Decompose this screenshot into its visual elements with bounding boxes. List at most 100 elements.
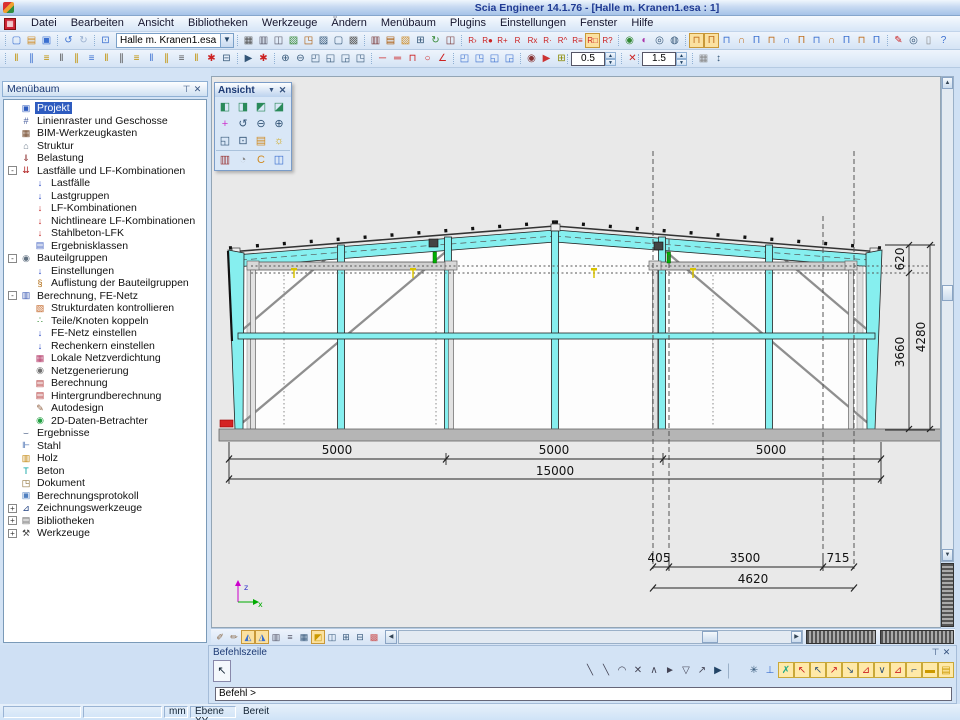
command-input[interactable]: Befehl >	[215, 687, 952, 701]
polyline-beam-icon[interactable]: ‖	[189, 51, 204, 66]
axo-view-icon[interactable]: ◪	[270, 98, 288, 115]
render-plain-icon[interactable]: R	[510, 33, 525, 48]
command-line-header[interactable]: Befehlszeile ⊤ ✕	[209, 646, 956, 659]
chevron-down-icon[interactable]: ▼	[220, 34, 233, 47]
grid-snap-icon[interactable]: ▩	[367, 630, 381, 644]
snap-down-icon[interactable]: ▽	[678, 662, 694, 678]
magnifier-icon[interactable]: ◎	[906, 33, 921, 48]
snap-pointer-icon[interactable]: ▶	[710, 662, 726, 678]
selection-remove-icon[interactable]: ⊖	[293, 51, 308, 66]
menu-tree-header[interactable]: Menübaum ⊤ ✕	[2, 81, 208, 97]
line-icon[interactable]: ─	[375, 51, 390, 66]
tree-item[interactable]: ∴ Teile/Knoten koppeln	[4, 315, 206, 328]
tree-item[interactable]: ↓ FE-Netz einstellen	[4, 327, 206, 340]
selection-prev-icon[interactable]: ◲	[338, 51, 353, 66]
snap-midpoint-icon[interactable]: ↖	[794, 662, 810, 678]
tree-item[interactable]: ▤ Hintergrundberechnung	[4, 390, 206, 403]
light-icon[interactable]: ☼	[270, 132, 288, 149]
load-panel-icon[interactable]: ✱	[204, 51, 219, 66]
frame-tool-icon[interactable]: ⊓	[719, 33, 734, 48]
view-options-icon[interactable]: ≡	[283, 630, 297, 644]
tree-item[interactable]: T Beton	[4, 465, 206, 478]
coord-icon[interactable]: +	[216, 115, 234, 132]
snap-ortho2-icon[interactable]: ↘	[842, 662, 858, 678]
truss-icon[interactable]: ≡	[129, 51, 144, 66]
spinner-up-icon[interactable]: ▲	[676, 52, 687, 59]
menu-item[interactable]: Ändern	[324, 16, 373, 31]
clipboard-view-icon[interactable]: ✐	[213, 630, 227, 644]
tree-item[interactable]: - ▥ Berechnung, FE-Netz	[4, 290, 206, 303]
menu-item[interactable]: Werkzeuge	[255, 16, 324, 31]
cursor-mode-button[interactable]: ↖	[213, 660, 231, 682]
save-view-icon[interactable]: ◉	[622, 33, 637, 48]
book-icon[interactable]: ▤	[383, 33, 398, 48]
render-box-icon[interactable]: R□	[585, 33, 600, 48]
snap-line2-icon[interactable]: ╲	[598, 662, 614, 678]
tree-item[interactable]: - ⇊ Lastfälle und LF-Kombinationen	[4, 165, 206, 178]
export-icon[interactable]: ▧	[286, 33, 301, 48]
project-window-icon[interactable]: ⊡	[98, 33, 113, 48]
tree-item[interactable]: ⇓ Belastung	[4, 152, 206, 165]
angle-icon[interactable]: ∠	[435, 51, 450, 66]
tree-item[interactable]: ▦ Lokale Netzverdichtung	[4, 352, 206, 365]
snap-percent-icon[interactable]: ⊿	[890, 662, 906, 678]
snap-peak-icon[interactable]: ∧	[646, 662, 662, 678]
polyline-icon[interactable]: ⊓	[405, 51, 420, 66]
render-lines-icon[interactable]: R≡	[570, 33, 585, 48]
window-3d-icon[interactable]: ◫	[270, 151, 288, 168]
horizontal-scrollbar-thumb[interactable]	[702, 631, 718, 643]
menu-item[interactable]: Fenster	[573, 16, 624, 31]
menu-item[interactable]: Bibliotheken	[181, 16, 255, 31]
scroll-up-icon[interactable]: ▲	[942, 77, 953, 89]
render-solid-icon[interactable]: R●	[480, 33, 495, 48]
dock-window-icon[interactable]: ◰	[457, 51, 472, 66]
close-icon[interactable]: ✕	[941, 647, 952, 658]
frame-tool-icon[interactable]: ∩	[824, 33, 839, 48]
tree-expander[interactable]: -	[8, 166, 17, 175]
spinner-down-icon[interactable]: ▼	[605, 59, 616, 66]
table-input-icon[interactable]: ⊞	[339, 630, 353, 644]
horizontal-scrollbar[interactable]: ▶	[398, 630, 803, 644]
redo-icon[interactable]: ↻	[76, 33, 91, 48]
arc-beam-icon[interactable]: ≡	[174, 51, 189, 66]
tree-item[interactable]: ⌣ Ergebnisse	[4, 427, 206, 440]
snap-arc-center-icon[interactable]: ∨	[874, 662, 890, 678]
tree-expander[interactable]: +	[8, 504, 17, 513]
menu-item[interactable]: Bearbeiten	[64, 16, 131, 31]
tree-item[interactable]: ◳ Dokument	[4, 477, 206, 490]
vertical-scrollbar[interactable]: ▲ ▼	[941, 76, 954, 562]
dock-window-icon[interactable]: ◱	[487, 51, 502, 66]
frame-tool-icon[interactable]: ⊓	[689, 33, 704, 48]
rib-icon[interactable]: ∥	[69, 51, 84, 66]
snap-cursor-icon[interactable]: ►	[662, 662, 678, 678]
frame-tool-icon[interactable]: Π	[794, 33, 809, 48]
frame-tool-icon[interactable]: Π	[704, 33, 719, 48]
frame-tool-icon[interactable]: Π	[869, 33, 884, 48]
menu-item[interactable]: Hilfe	[624, 16, 660, 31]
dock-window-icon[interactable]: ◲	[502, 51, 517, 66]
document-icon[interactable]: ▢	[331, 33, 346, 48]
frame-tool-icon[interactable]: Π	[749, 33, 764, 48]
eye-view-icon[interactable]: ◉	[524, 51, 539, 66]
accelerator-icon[interactable]: ▶	[539, 51, 554, 66]
tree-item[interactable]: ▤ Ergebnisklassen	[4, 240, 206, 253]
tree-item[interactable]: ↓ Lastgruppen	[4, 190, 206, 203]
tree-item[interactable]: ↓ Stahlbeton-LFK	[4, 227, 206, 240]
eye-icon[interactable]: ◎	[652, 33, 667, 48]
tree-item[interactable]: ⊩ Stahl	[4, 440, 206, 453]
project-combobox[interactable]: Halle m. Kranen1.esa▼	[116, 33, 234, 48]
tree-item[interactable]: ↓ Nichtlineare LF-Kombinationen	[4, 215, 206, 228]
render-x-icon[interactable]: Rx	[525, 33, 540, 48]
opening-icon[interactable]: ‖	[99, 51, 114, 66]
printer2-icon[interactable]: ▥	[368, 33, 383, 48]
frame-tool-icon[interactable]: ∩	[734, 33, 749, 48]
tree-item[interactable]: ◉ Netzgenerierung	[4, 365, 206, 378]
tree-item[interactable]: ↓ Rechenkern einstellen	[4, 340, 206, 353]
snap-arc-icon[interactable]: ◠	[614, 662, 630, 678]
tree-expander[interactable]: +	[8, 516, 17, 525]
snap-folder-icon[interactable]: ▤	[938, 662, 954, 678]
menu-item[interactable]: Ansicht	[131, 16, 181, 31]
snap-length-icon[interactable]: ⌐	[906, 662, 922, 678]
snap-grid-icon[interactable]: ✳	[746, 662, 762, 678]
clip-box-icon[interactable]: ◫	[325, 630, 339, 644]
